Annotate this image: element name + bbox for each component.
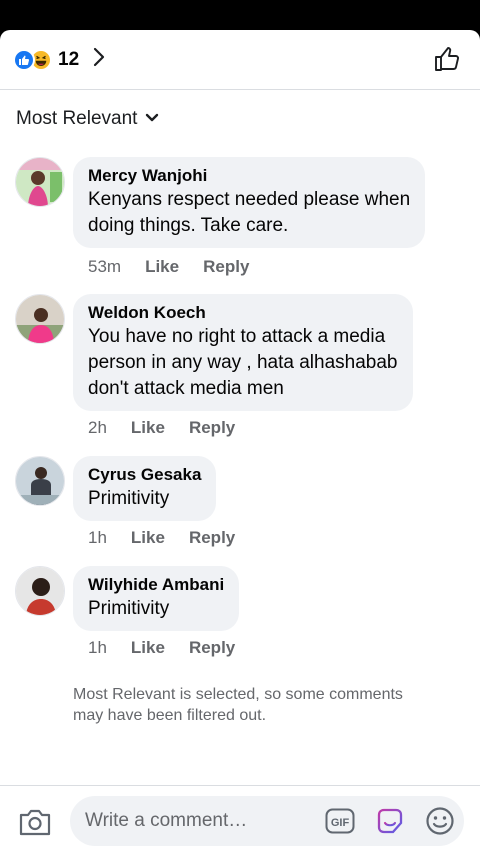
comment-actions: 1h Like Reply (88, 638, 259, 658)
reply-button[interactable]: Reply (189, 528, 235, 548)
camera-button[interactable] (17, 806, 53, 838)
comment-author[interactable]: Mercy Wanjohi (88, 165, 410, 187)
comment-actions: 1h Like Reply (88, 528, 259, 548)
reactions-summary[interactable]: 12 (13, 47, 105, 72)
avatar[interactable] (15, 294, 65, 344)
comment-composer: GIF (0, 785, 480, 854)
like-button[interactable]: Like (131, 638, 165, 658)
reply-button[interactable]: Reply (189, 638, 235, 658)
sticker-icon (377, 808, 403, 834)
comment-bubble[interactable]: Wilyhide Ambani Primitivity (73, 566, 240, 631)
comment-author[interactable]: Wilyhide Ambani (88, 574, 224, 596)
comment-time: 53m (88, 257, 122, 276)
svg-text:GIF: GIF (331, 817, 350, 829)
reactions-header: 12 (0, 30, 480, 90)
sort-label: Most Relevant (16, 108, 138, 129)
comment-text: doing things. Take care. (88, 215, 289, 236)
comment-input-wrapper: GIF (70, 796, 464, 846)
gif-button[interactable]: GIF (325, 806, 355, 836)
like-reaction-icon (13, 48, 35, 71)
comment-author[interactable]: Weldon Koech (88, 302, 398, 324)
avatar[interactable] (15, 456, 65, 506)
gif-icon: GIF (325, 808, 355, 834)
sort-dropdown[interactable]: Most Relevant (16, 108, 159, 130)
reply-button[interactable]: Reply (203, 257, 249, 277)
comment-input[interactable] (70, 810, 305, 832)
comment-text: Primitivity (88, 598, 170, 619)
avatar[interactable] (15, 566, 65, 616)
emoji-button[interactable] (425, 806, 455, 836)
comment-text: person in any way , hata alhashabab (88, 352, 398, 373)
camera-icon (19, 809, 51, 836)
comment-bubble[interactable]: Mercy Wanjohi Kenyans respect needed ple… (73, 157, 426, 248)
like-post-button[interactable] (432, 44, 462, 74)
avatar[interactable] (15, 157, 65, 207)
comment-bubble[interactable]: Cyrus Gesaka Primitivity (73, 456, 217, 521)
comments-sheet: 12 Most Relevant Mercy Wanjohi Kenyans r… (0, 30, 480, 854)
comment-time: 1h (88, 528, 107, 547)
chevron-right-icon (93, 47, 105, 72)
filter-notice: Most Relevant is selected, so some comme… (73, 686, 403, 724)
reply-button[interactable]: Reply (189, 418, 235, 438)
comment-actions: 53m Like Reply (88, 257, 273, 277)
comment-text: Kenyans respect needed please when (88, 189, 411, 210)
comment-time: 1h (88, 638, 107, 657)
comment-text: You have no right to attack a media (88, 326, 386, 347)
sticker-button[interactable] (375, 806, 405, 836)
like-button[interactable]: Like (131, 418, 165, 438)
thumbs-up-icon (435, 47, 459, 71)
like-button[interactable]: Like (131, 528, 165, 548)
comment-text: Primitivity (88, 488, 170, 509)
like-button[interactable]: Like (145, 257, 179, 277)
reaction-count: 12 (58, 48, 80, 70)
comment-actions: 2h Like Reply (88, 418, 259, 438)
chevron-down-icon (145, 110, 159, 128)
emoji-icon (426, 807, 454, 835)
comment-time: 2h (88, 418, 107, 437)
comment-author[interactable]: Cyrus Gesaka (88, 464, 201, 486)
comment-bubble[interactable]: Weldon Koech You have no right to attack… (73, 294, 413, 411)
comment-text: don't attack media men (88, 378, 284, 399)
